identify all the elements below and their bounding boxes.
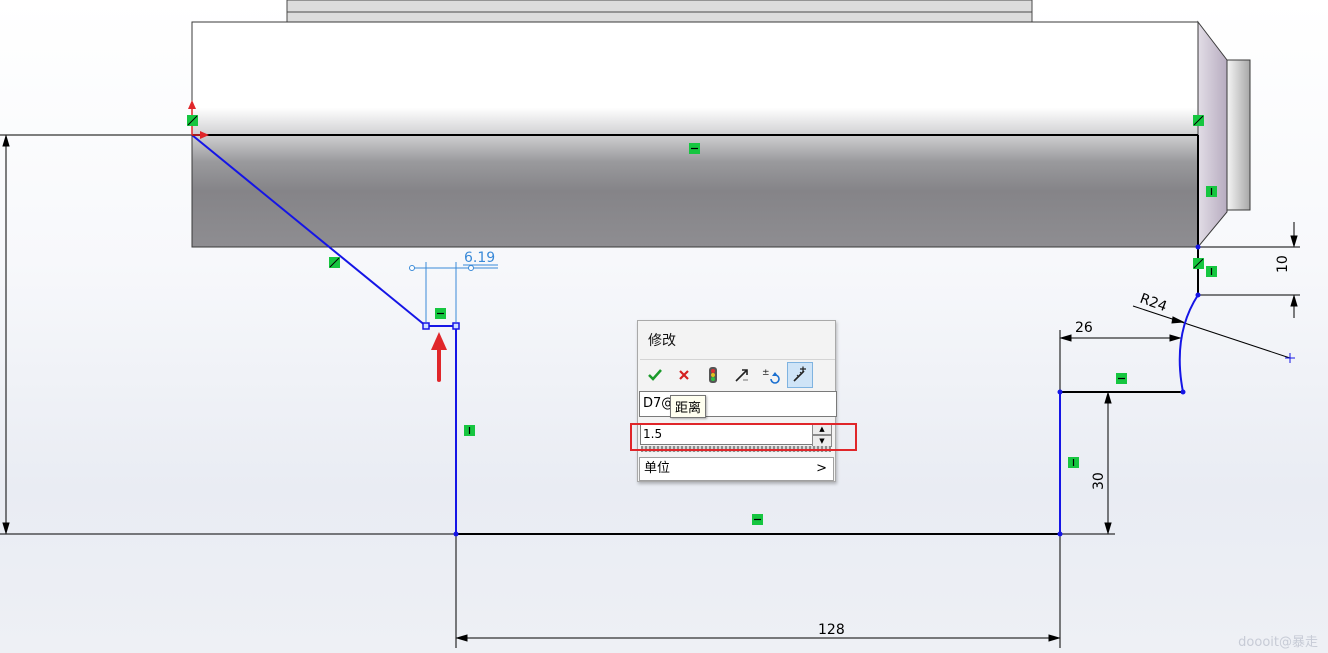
dimension-10[interactable]: 10	[1275, 255, 1291, 273]
thumbwheel[interactable]	[641, 446, 831, 452]
dimension-26[interactable]: 26	[1075, 320, 1093, 336]
dialog-toolbar: ±	[640, 359, 835, 390]
dialog-title: 修改	[648, 333, 676, 349]
horizontal-icon	[752, 514, 763, 525]
coincident-icon	[1193, 115, 1204, 126]
dimension-30[interactable]: 30	[1091, 472, 1107, 490]
selected-endpoint-right[interactable]	[452, 322, 460, 330]
rebuild-traffic-light-icon[interactable]	[700, 362, 726, 388]
value-spinner[interactable]: ▲ ▼	[812, 423, 832, 447]
dimension-128[interactable]: 128	[818, 622, 845, 638]
coincident-icon	[329, 257, 340, 268]
vertical-icon	[1068, 457, 1079, 468]
coincident-icon	[187, 115, 198, 126]
preview-dimension	[409, 262, 498, 322]
preview-dimension-6-19[interactable]: 6.19	[464, 250, 495, 266]
svg-text:±: ±	[762, 368, 770, 378]
horizontal-icon	[1116, 373, 1127, 384]
modify-dialog[interactable]: 修改 ± D7@ 距离 ▲ ▼ 单位 >	[637, 320, 837, 482]
units-label: 单位	[644, 461, 671, 476]
ok-check-icon[interactable]	[642, 362, 668, 388]
chevron-right-icon: >	[816, 461, 827, 476]
vertical-icon	[1206, 186, 1217, 197]
cancel-x-icon[interactable]	[671, 362, 697, 388]
watermark: doooit@暴走	[1238, 635, 1318, 650]
vertical-icon	[1206, 266, 1217, 277]
mark-dimension-icon[interactable]	[787, 362, 813, 388]
plus-minus-reset-icon[interactable]: ±	[758, 362, 784, 388]
units-dropdown[interactable]: 单位 >	[639, 457, 834, 481]
vertical-icon	[464, 425, 475, 436]
dimension-r24[interactable]: R24	[1138, 291, 1169, 315]
dimension-name-field[interactable]: D7@	[639, 391, 837, 417]
horizontal-icon	[435, 308, 446, 319]
dimension-value-input[interactable]	[640, 423, 816, 445]
selected-endpoint-left[interactable]	[422, 322, 430, 330]
spin-up-icon[interactable]: ▲	[812, 423, 832, 435]
coincident-icon	[1193, 258, 1204, 269]
tooltip: 距离	[670, 395, 707, 418]
model-body	[191, 0, 1251, 249]
horizontal-icon	[689, 143, 700, 154]
reverse-dimension-icon[interactable]	[729, 362, 755, 388]
red-arrow-annotation	[431, 332, 447, 382]
